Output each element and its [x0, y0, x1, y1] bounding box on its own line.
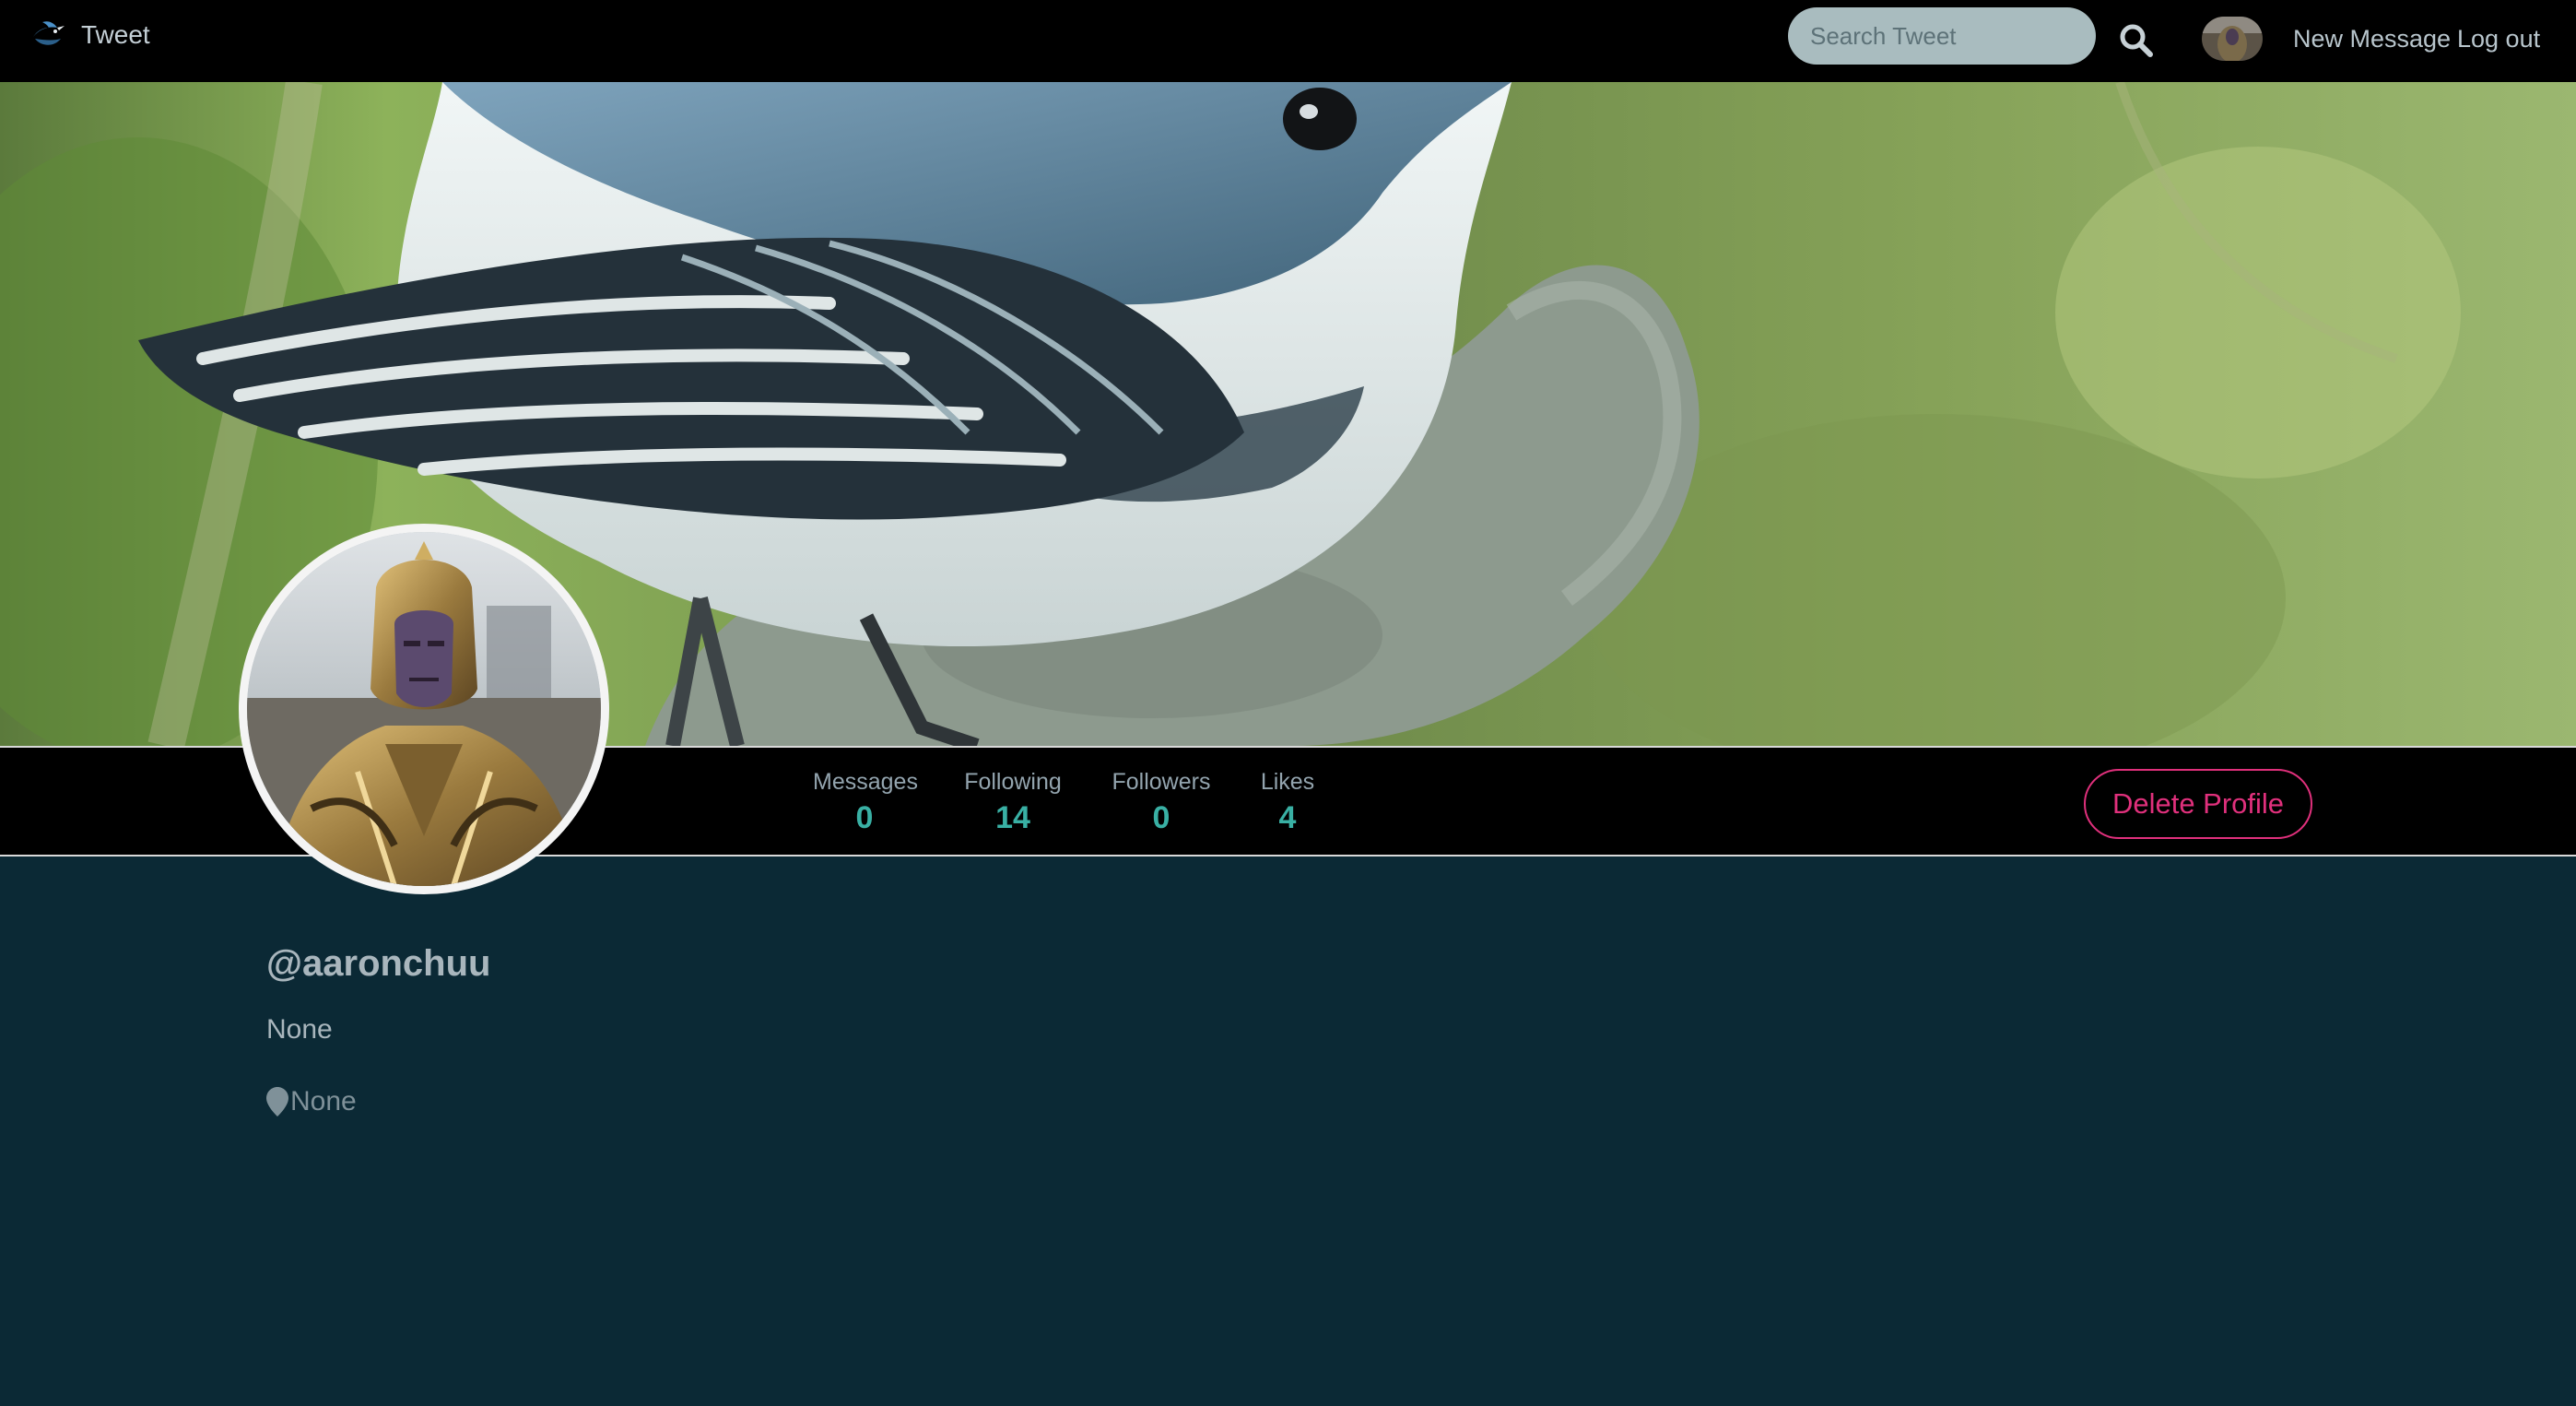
map-marker-icon: [266, 1087, 288, 1117]
stat-likes[interactable]: Likes 4: [1258, 768, 1317, 838]
profile-location: None: [266, 1086, 357, 1117]
stat-value: 14: [995, 800, 1030, 835]
stat-followers[interactable]: Followers 0: [1112, 768, 1211, 838]
search-button[interactable]: [2116, 20, 2157, 61]
stat-messages[interactable]: Messages 0: [813, 768, 918, 838]
profile-avatar: [239, 524, 609, 894]
armored-figure-portrait: [247, 532, 601, 886]
avatar-thumbnail-image: [2202, 17, 2263, 61]
stat-label: Likes: [1260, 769, 1315, 795]
bird-logo-icon: [33, 21, 65, 45]
search-icon: [2120, 24, 2153, 57]
user-avatar[interactable]: [2202, 17, 2263, 61]
stat-label: Messages: [813, 769, 918, 795]
stat-value: 0: [855, 800, 874, 835]
brand-label: Tweet: [81, 20, 150, 49]
profile-bio: None: [266, 1014, 333, 1045]
brand-link[interactable]: Tweet: [29, 17, 150, 53]
stat-label: Following: [964, 769, 1062, 795]
location-text: None: [290, 1086, 357, 1117]
navbar: Tweet New Message Log out: [0, 0, 2576, 82]
stat-value: 4: [1278, 800, 1297, 835]
search-input[interactable]: [1788, 7, 2096, 65]
stat-value: 0: [1152, 800, 1170, 835]
new-message-link[interactable]: New Message: [2293, 25, 2451, 53]
profile-username: @aaronchuu: [266, 943, 491, 984]
stat-following[interactable]: Following 14: [963, 768, 1063, 838]
stat-label: Followers: [1112, 769, 1211, 795]
delete-profile-button[interactable]: Delete Profile: [2084, 769, 2312, 839]
logout-link[interactable]: Log out: [2457, 25, 2540, 53]
